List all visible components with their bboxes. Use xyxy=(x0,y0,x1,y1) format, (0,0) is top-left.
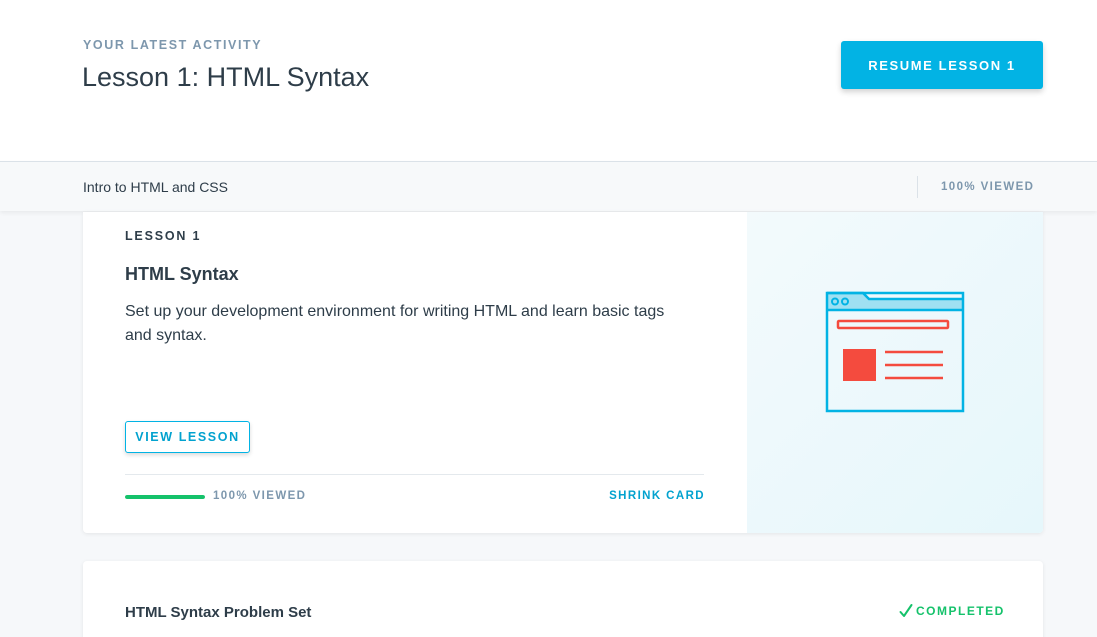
problem-set-card[interactable]: HTML Syntax Problem Set COMPLETED xyxy=(83,561,1043,637)
lesson-number: LESSON 1 xyxy=(125,229,202,243)
activity-header: YOUR LATEST ACTIVITY Lesson 1: HTML Synt… xyxy=(0,0,1097,162)
lesson-description: Set up your development environment for … xyxy=(125,303,665,344)
check-icon xyxy=(899,604,913,617)
resume-lesson-button[interactable]: RESUME LESSON 1 xyxy=(841,41,1043,89)
card-divider xyxy=(125,474,704,475)
problem-set-title: HTML Syntax Problem Set xyxy=(125,604,312,621)
course-name-link[interactable]: Intro to HTML and CSS xyxy=(83,179,228,195)
view-lesson-button[interactable]: VIEW LESSON xyxy=(125,421,250,453)
lesson-progress-fill xyxy=(125,495,205,499)
lesson-card: LESSON 1 HTML Syntax Set up your develop… xyxy=(83,212,1043,533)
course-progress-label: 100% VIEWED xyxy=(941,181,1035,193)
lesson-progress-bar xyxy=(125,495,205,499)
shrink-card-link[interactable]: SHRINK CARD xyxy=(609,490,705,502)
lesson-card-content: LESSON 1 HTML Syntax Set up your develop… xyxy=(83,212,747,533)
latest-activity-eyebrow: YOUR LATEST ACTIVITY xyxy=(83,38,263,52)
lesson-illustration-panel xyxy=(747,212,1043,533)
lesson-progress-label: 100% VIEWED xyxy=(213,490,307,502)
course-bar: Intro to HTML and CSS 100% VIEWED xyxy=(0,161,1097,211)
course-bar-divider xyxy=(917,176,918,198)
completed-label: COMPLETED xyxy=(916,604,1005,618)
browser-window-icon xyxy=(825,291,965,413)
lesson-title: HTML Syntax xyxy=(125,264,239,284)
page-title: Lesson 1: HTML Syntax xyxy=(82,62,370,92)
completed-status: COMPLETED xyxy=(899,603,1005,619)
